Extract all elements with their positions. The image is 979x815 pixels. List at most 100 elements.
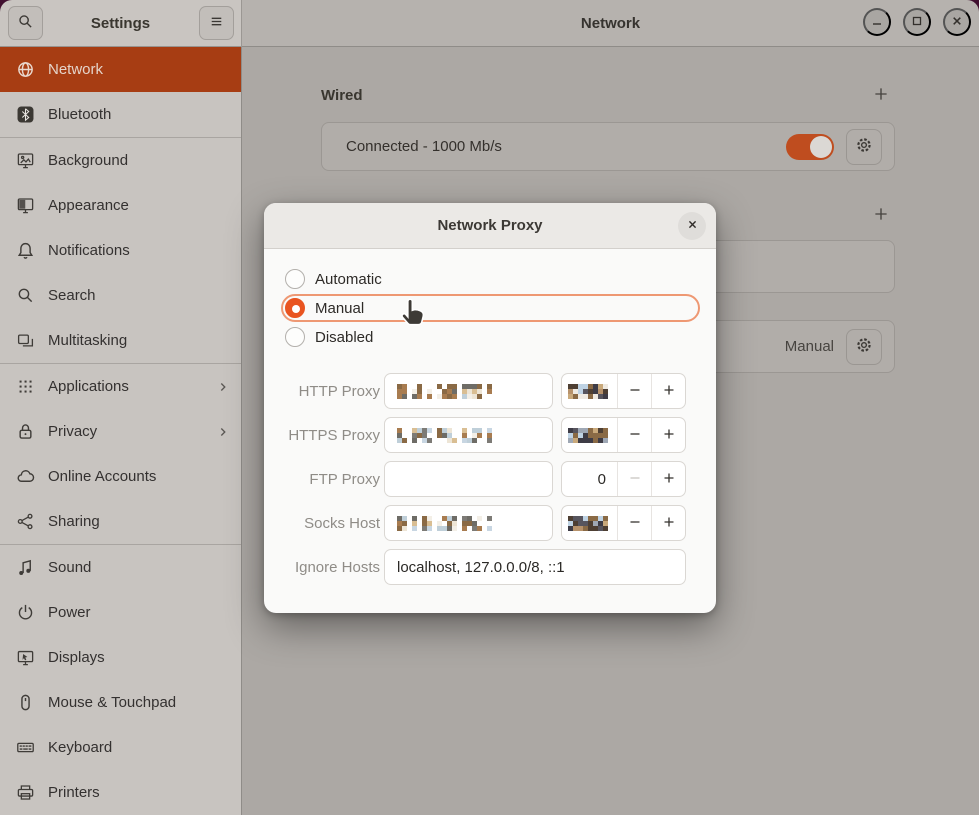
radio-checked-icon xyxy=(285,298,305,318)
increment-button[interactable] xyxy=(651,374,685,408)
sidebar-item-label: Network xyxy=(48,61,103,78)
close-icon xyxy=(949,13,965,32)
sidebar-item-privacy[interactable]: Privacy xyxy=(0,409,241,454)
http-proxy-port-value xyxy=(562,374,617,408)
bluetooth-icon xyxy=(15,105,35,125)
sidebar-item-applications[interactable]: Applications xyxy=(0,364,241,409)
minus-icon xyxy=(627,382,643,401)
sidebar-item-displays[interactable]: Displays xyxy=(0,635,241,680)
network-proxy-dialog: Network Proxy Automatic Manual Disabled … xyxy=(264,203,716,613)
https-proxy-label: HTTPS Proxy xyxy=(281,427,380,444)
sidebar-item-multitasking[interactable]: Multitasking xyxy=(0,318,241,363)
add-vpn-button[interactable] xyxy=(868,202,894,228)
toggle-knob xyxy=(810,136,832,158)
ftp-proxy-port-spinner[interactable]: 0 xyxy=(561,461,686,497)
dialog-close-button[interactable] xyxy=(678,212,706,240)
increment-button[interactable] xyxy=(651,506,685,540)
minimize-icon xyxy=(869,13,885,32)
privacy-icon xyxy=(15,422,35,442)
sidebar-item-keyboard[interactable]: Keyboard xyxy=(0,725,241,770)
https-proxy-host-input[interactable] xyxy=(384,417,553,453)
sidebar-item-sound[interactable]: Sound xyxy=(0,545,241,590)
close-icon xyxy=(685,217,700,235)
option-disabled[interactable]: Disabled xyxy=(281,323,700,351)
sidebar-item-bluetooth[interactable]: Bluetooth xyxy=(0,92,241,137)
plus-icon xyxy=(661,514,677,533)
sidebar-item-label: Appearance xyxy=(48,197,129,214)
search-icon xyxy=(15,286,35,306)
sidebar-item-printers[interactable]: Printers xyxy=(0,770,241,815)
proxy-settings-button[interactable] xyxy=(846,329,882,365)
increment-button[interactable] xyxy=(651,462,685,496)
ftp-proxy-host-input[interactable] xyxy=(384,461,553,497)
http-proxy-row: HTTP Proxy xyxy=(281,373,686,409)
sidebar-item-notifications[interactable]: Notifications xyxy=(0,228,241,273)
decrement-button-disabled[interactable] xyxy=(617,462,651,496)
option-automatic[interactable]: Automatic xyxy=(281,265,700,293)
minimize-button[interactable] xyxy=(863,8,891,36)
primary-menu-button[interactable] xyxy=(199,6,234,40)
sidebar-item-background[interactable]: Background xyxy=(0,138,241,183)
sound-icon xyxy=(15,558,35,578)
sidebar-item-online-accounts[interactable]: Online Accounts xyxy=(0,454,241,499)
sidebar-item-label: Privacy xyxy=(48,423,97,440)
plus-icon xyxy=(661,426,677,445)
socks-host-label: Socks Host xyxy=(281,515,380,532)
https-proxy-port-spinner[interactable] xyxy=(561,417,686,453)
http-proxy-host-input[interactable] xyxy=(384,373,553,409)
proxy-mode-options: Automatic Manual Disabled xyxy=(281,265,700,352)
sharing-icon xyxy=(15,512,35,532)
minus-icon xyxy=(627,426,643,445)
notifications-icon xyxy=(15,241,35,261)
plus-icon xyxy=(661,470,677,489)
decrement-button[interactable] xyxy=(617,418,651,452)
redacted-host-value xyxy=(397,516,492,531)
wired-status-text: Connected - 1000 Mb/s xyxy=(346,138,502,155)
online-accounts-icon xyxy=(15,467,35,487)
ignore-hosts-input[interactable]: localhost, 127.0.0.0/8, ::1 xyxy=(384,549,686,585)
keyboard-icon xyxy=(15,738,35,758)
ignore-hosts-label: Ignore Hosts xyxy=(281,559,380,576)
add-wired-connection-button[interactable] xyxy=(868,82,894,108)
option-manual[interactable]: Manual xyxy=(281,294,700,322)
wired-connection-row[interactable]: Connected - 1000 Mb/s xyxy=(321,122,895,171)
http-proxy-port-spinner[interactable] xyxy=(561,373,686,409)
maximize-button[interactable] xyxy=(903,8,931,36)
settings-window: Settings Network NetworkBluetoothBackgro… xyxy=(0,0,979,815)
mouse-icon xyxy=(15,693,35,713)
increment-button[interactable] xyxy=(651,418,685,452)
plus-icon xyxy=(872,85,890,106)
redacted-host-value xyxy=(397,384,492,399)
sidebar-item-label: Sharing xyxy=(48,513,100,530)
sidebar-item-network[interactable]: Network xyxy=(0,47,241,92)
multitasking-icon xyxy=(15,331,35,351)
socks-host-row: Socks Host xyxy=(281,505,686,541)
sidebar-item-label: Displays xyxy=(48,649,105,666)
sidebar-item-label: Search xyxy=(48,287,96,304)
plus-icon xyxy=(661,382,677,401)
http-proxy-label: HTTP Proxy xyxy=(281,383,380,400)
radio-unchecked-icon xyxy=(285,269,305,289)
appearance-icon xyxy=(15,196,35,216)
decrement-button[interactable] xyxy=(617,506,651,540)
sidebar-item-appearance[interactable]: Appearance xyxy=(0,183,241,228)
sidebar-item-power[interactable]: Power xyxy=(0,590,241,635)
close-button[interactable] xyxy=(943,8,971,36)
wired-settings-button[interactable] xyxy=(846,129,882,165)
gear-icon xyxy=(855,336,873,357)
https-proxy-port-value xyxy=(562,418,617,452)
socks-port-spinner[interactable] xyxy=(561,505,686,541)
decrement-button[interactable] xyxy=(617,374,651,408)
sidebar-item-label: Applications xyxy=(48,378,129,395)
socks-host-input[interactable] xyxy=(384,505,553,541)
sidebar-item-label: Multitasking xyxy=(48,332,127,349)
chevron-right-icon xyxy=(215,379,231,395)
main-headerbar: Network xyxy=(242,0,979,47)
wired-toggle[interactable] xyxy=(786,134,834,160)
redacted-host-value xyxy=(397,428,492,443)
sidebar-item-search[interactable]: Search xyxy=(0,273,241,318)
hand-cursor xyxy=(401,297,428,333)
ftp-proxy-port-value: 0 xyxy=(562,462,617,496)
sidebar-item-sharing[interactable]: Sharing xyxy=(0,499,241,544)
sidebar-item-mouse-touchpad[interactable]: Mouse & Touchpad xyxy=(0,680,241,725)
